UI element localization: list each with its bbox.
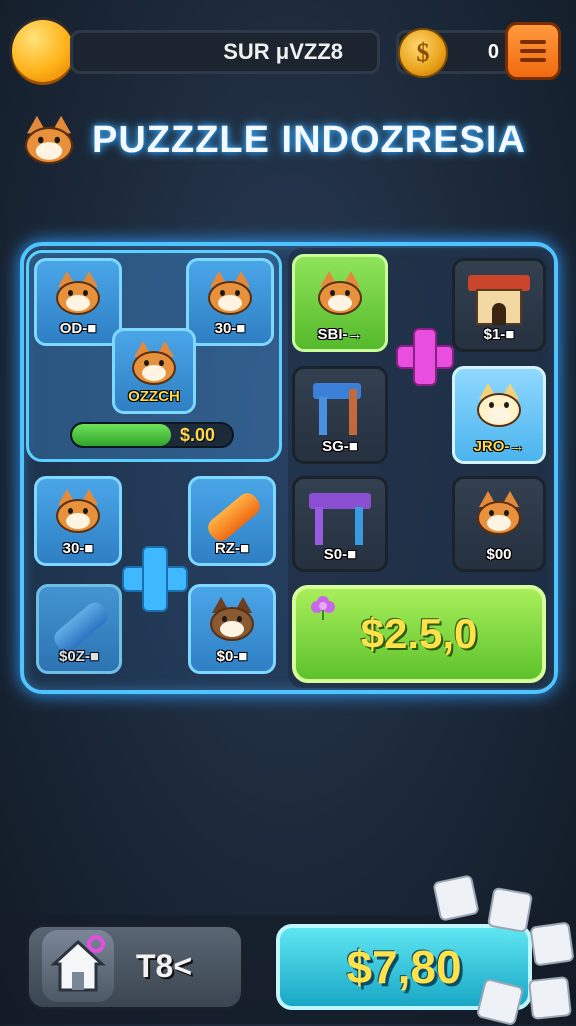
puzzle-cube-icon (529, 921, 575, 967)
tile-label: OZZCH (128, 388, 180, 405)
flower-icon (311, 596, 335, 620)
gate-tile[interactable]: SG-■ (292, 366, 388, 464)
top-bar: SUR μVZZ8 0 $ (0, 0, 576, 110)
tile-label: $0-■ (216, 648, 248, 665)
home-icon[interactable] (42, 930, 114, 1002)
cat-icon (316, 271, 364, 315)
coin-count: 0 (487, 40, 499, 63)
house-glyph-icon (50, 935, 106, 992)
reward-price: $2.5,0 (360, 610, 478, 657)
cat-icon (54, 489, 102, 533)
sitting-cat-icon (475, 491, 523, 535)
crayon-tile[interactable]: RZ-■ (188, 476, 276, 566)
buy-price: $7,80 (346, 941, 462, 993)
arch-icon (309, 493, 371, 545)
progress-fill (72, 424, 172, 446)
player-name: SUR μVZZ8 (223, 39, 343, 64)
pink-plus-icon (396, 328, 454, 386)
tile-label: SG-■ (322, 438, 358, 455)
tile-label: JRO-→ (473, 438, 525, 455)
gate-icon (309, 383, 371, 435)
cat-tile-sitting[interactable]: $00 (452, 476, 546, 572)
menu-button[interactable] (505, 22, 561, 80)
menu-icon-line (520, 40, 546, 44)
cat-tile-3[interactable]: OZZCH (112, 328, 196, 414)
tile-label: S0-■ (323, 546, 357, 563)
blue-crayon-icon (50, 598, 112, 656)
tile-label: OD-■ (59, 320, 97, 337)
home-label: T8< (136, 948, 193, 984)
menu-icon-line (520, 49, 546, 53)
puzzle-cube-icon (486, 886, 534, 934)
cat-icon (130, 341, 178, 385)
title-row: PUZZZLE INDOZRESIA (22, 110, 526, 170)
tile-label: SBI-→ (317, 326, 363, 343)
crayon-tile-2[interactable]: $0Z-■ (36, 584, 122, 674)
cat-logo-icon (22, 114, 76, 166)
cat-tile-white[interactable]: JRO-→ (452, 366, 546, 464)
tile-label: $1-■ (483, 326, 515, 343)
tile-label: $0Z-■ (59, 648, 99, 665)
orange-crayon-icon (204, 489, 264, 545)
cat-icon (54, 271, 102, 315)
cat-tile-green[interactable]: SBI-→ (292, 254, 388, 352)
menu-icon-line (520, 58, 546, 62)
progress-value: $.00 (180, 425, 216, 445)
doghouse-tile[interactable]: $1-■ (452, 258, 546, 352)
player-name-panel: SUR μVZZ8 (70, 30, 380, 74)
tile-label: RZ-■ (214, 540, 250, 557)
cat-tile-1[interactable]: OD-■ (34, 258, 122, 346)
tile-label: 30-■ (214, 320, 246, 337)
explorer-tile[interactable]: $0-■ (188, 584, 276, 674)
white-cat-icon (475, 383, 523, 427)
explorer-icon (208, 597, 256, 641)
coin-symbol: $ (416, 38, 430, 67)
puzzle-cube-icon (432, 874, 480, 922)
player-avatar[interactable] (12, 20, 74, 82)
coin-icon: $ (398, 28, 448, 78)
doghouse-icon (468, 275, 530, 327)
cat-tile-4[interactable]: 30-■ (34, 476, 122, 566)
puzzle-cube-icon (528, 976, 572, 1020)
tile-label: 30-■ (62, 540, 94, 557)
cat-tile-2[interactable]: 30-■ (186, 258, 274, 346)
cat-icon (206, 271, 254, 315)
game-title: PUZZZLE INDOZRESIA (92, 118, 526, 161)
arch-tile[interactable]: S0-■ (292, 476, 388, 572)
tile-label: $00 (486, 546, 512, 563)
blue-plus-icon (122, 546, 188, 612)
